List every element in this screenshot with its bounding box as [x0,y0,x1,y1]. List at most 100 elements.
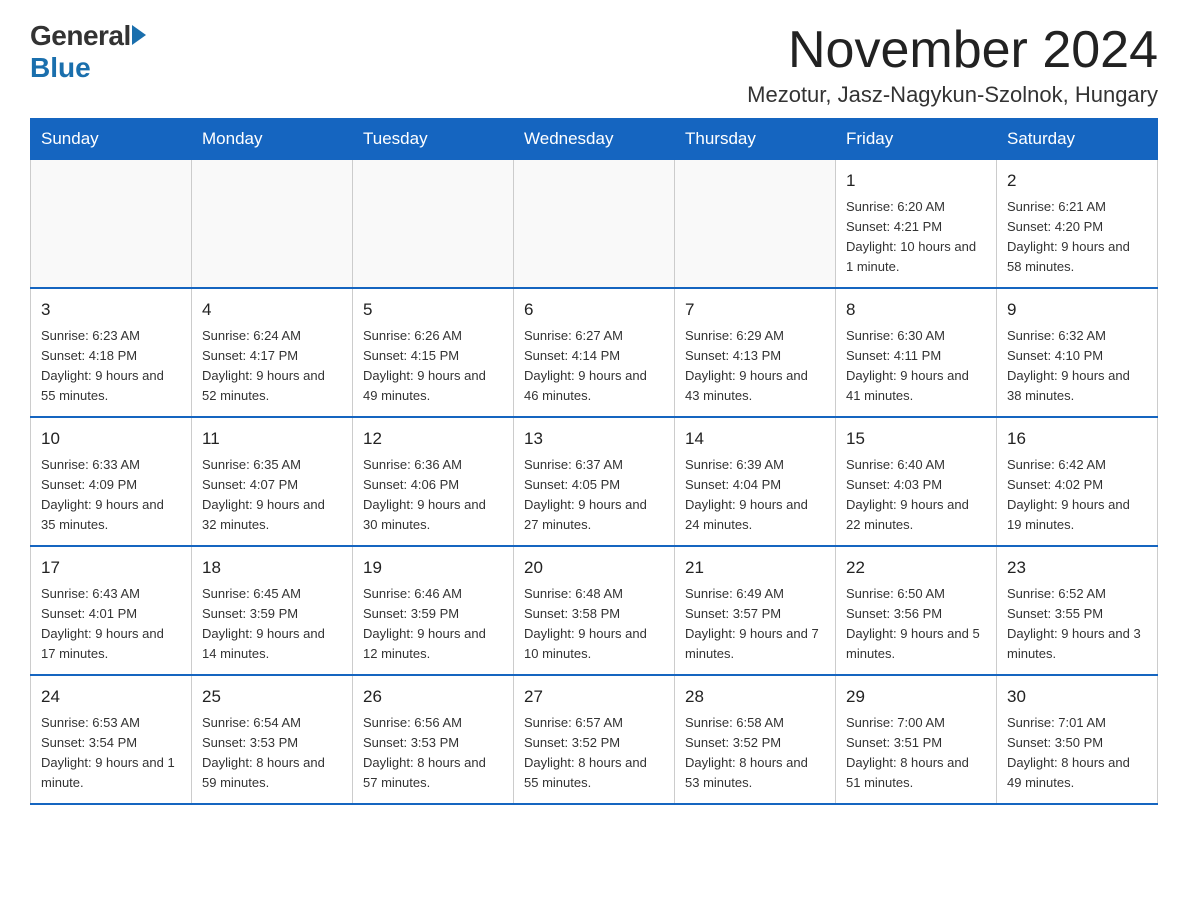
calendar-cell: 25 Sunrise: 6:54 AMSunset: 3:53 PMDayligh… [192,675,353,804]
col-header-saturday: Saturday [997,119,1158,160]
day-info: Sunrise: 6:29 AMSunset: 4:13 PMDaylight:… [685,326,825,407]
calendar-cell: 5 Sunrise: 6:26 AMSunset: 4:15 PMDaylight… [353,288,514,417]
day-number: 15 [846,426,986,452]
calendar-cell [353,160,514,289]
day-info: Sunrise: 6:23 AMSunset: 4:18 PMDaylight:… [41,326,181,407]
day-info: Sunrise: 6:45 AMSunset: 3:59 PMDaylight:… [202,584,342,665]
day-info: Sunrise: 6:54 AMSunset: 3:53 PMDaylight:… [202,713,342,794]
day-info: Sunrise: 6:43 AMSunset: 4:01 PMDaylight:… [41,584,181,665]
calendar-cell: 22 Sunrise: 6:50 AMSunset: 3:56 PMDayligh… [836,546,997,675]
day-info: Sunrise: 6:27 AMSunset: 4:14 PMDaylight:… [524,326,664,407]
calendar-week-row: 1 Sunrise: 6:20 AMSunset: 4:21 PMDaylight… [31,160,1158,289]
calendar-cell: 9 Sunrise: 6:32 AMSunset: 4:10 PMDaylight… [997,288,1158,417]
calendar-week-row: 24Sunrise: 6:53 AMSunset: 3:54 PMDayligh… [31,675,1158,804]
col-header-friday: Friday [836,119,997,160]
day-number: 18 [202,555,342,581]
calendar-cell: 10 Sunrise: 6:33 AMSunset: 4:09 PMDayligh… [31,417,192,546]
calendar-week-row: 3 Sunrise: 6:23 AMSunset: 4:18 PMDaylight… [31,288,1158,417]
calendar-cell: 29 Sunrise: 7:00 AMSunset: 3:51 PMDayligh… [836,675,997,804]
day-info: Sunrise: 6:37 AMSunset: 4:05 PMDaylight:… [524,455,664,536]
calendar-cell: 27Sunrise: 6:57 AMSunset: 3:52 PMDayligh… [514,675,675,804]
header: General Blue November 2024 Mezotur, Jasz… [30,20,1158,108]
day-number: 6 [524,297,664,323]
day-info: Sunrise: 6:42 AMSunset: 4:02 PMDaylight:… [1007,455,1147,536]
day-number: 8 [846,297,986,323]
day-number: 22 [846,555,986,581]
calendar-cell [675,160,836,289]
day-number: 27 [524,684,664,710]
day-number: 12 [363,426,503,452]
calendar-cell: 24Sunrise: 6:53 AMSunset: 3:54 PMDayligh… [31,675,192,804]
day-number: 21 [685,555,825,581]
day-info: Sunrise: 6:20 AMSunset: 4:21 PMDaylight:… [846,197,986,278]
calendar-cell: 26Sunrise: 6:56 AMSunset: 3:53 PMDayligh… [353,675,514,804]
day-number: 29 [846,684,986,710]
day-info: Sunrise: 6:30 AMSunset: 4:11 PMDaylight:… [846,326,986,407]
calendar-cell: 19Sunrise: 6:46 AMSunset: 3:59 PMDayligh… [353,546,514,675]
day-info: Sunrise: 6:40 AMSunset: 4:03 PMDaylight:… [846,455,986,536]
calendar-header-row: SundayMondayTuesdayWednesdayThursdayFrid… [31,119,1158,160]
calendar-cell [192,160,353,289]
day-number: 5 [363,297,503,323]
calendar-cell [514,160,675,289]
day-number: 4 [202,297,342,323]
calendar-cell: 12 Sunrise: 6:36 AMSunset: 4:06 PMDayligh… [353,417,514,546]
calendar-cell: 7 Sunrise: 6:29 AMSunset: 4:13 PMDaylight… [675,288,836,417]
day-number: 1 [846,168,986,194]
calendar-cell: 4 Sunrise: 6:24 AMSunset: 4:17 PMDaylight… [192,288,353,417]
calendar-cell: 8 Sunrise: 6:30 AMSunset: 4:11 PMDaylight… [836,288,997,417]
col-header-sunday: Sunday [31,119,192,160]
day-info: Sunrise: 6:48 AMSunset: 3:58 PMDaylight:… [524,584,664,665]
col-header-tuesday: Tuesday [353,119,514,160]
calendar-cell: 21 Sunrise: 6:49 AMSunset: 3:57 PMDayligh… [675,546,836,675]
day-number: 7 [685,297,825,323]
day-number: 17 [41,555,181,581]
day-number: 30 [1007,684,1147,710]
day-info: Sunrise: 6:33 AMSunset: 4:09 PMDaylight:… [41,455,181,536]
calendar-week-row: 17 Sunrise: 6:43 AMSunset: 4:01 PMDayligh… [31,546,1158,675]
day-number: 26 [363,684,503,710]
day-info: Sunrise: 6:24 AMSunset: 4:17 PMDaylight:… [202,326,342,407]
calendar-cell: 28Sunrise: 6:58 AMSunset: 3:52 PMDayligh… [675,675,836,804]
day-info: Sunrise: 6:53 AMSunset: 3:54 PMDaylight:… [41,713,181,794]
day-number: 10 [41,426,181,452]
day-info: Sunrise: 6:49 AMSunset: 3:57 PMDaylight:… [685,584,825,665]
logo-blue-text: Blue [30,52,91,84]
day-info: Sunrise: 7:00 AMSunset: 3:51 PMDaylight:… [846,713,986,794]
day-info: Sunrise: 6:50 AMSunset: 3:56 PMDaylight:… [846,584,986,665]
day-number: 2 [1007,168,1147,194]
day-number: 11 [202,426,342,452]
day-info: Sunrise: 6:32 AMSunset: 4:10 PMDaylight:… [1007,326,1147,407]
calendar-cell: 23 Sunrise: 6:52 AMSunset: 3:55 PMDayligh… [997,546,1158,675]
title-block: November 2024 Mezotur, Jasz-Nagykun-Szol… [747,20,1158,108]
calendar-cell: 13 Sunrise: 6:37 AMSunset: 4:05 PMDayligh… [514,417,675,546]
month-title: November 2024 [747,20,1158,80]
day-number: 3 [41,297,181,323]
calendar-cell: 14Sunrise: 6:39 AMSunset: 4:04 PMDayligh… [675,417,836,546]
calendar-cell: 15 Sunrise: 6:40 AMSunset: 4:03 PMDayligh… [836,417,997,546]
logo: General Blue [30,20,146,84]
day-info: Sunrise: 6:26 AMSunset: 4:15 PMDaylight:… [363,326,503,407]
day-number: 23 [1007,555,1147,581]
location-title: Mezotur, Jasz-Nagykun-Szolnok, Hungary [747,82,1158,108]
calendar-cell: 17 Sunrise: 6:43 AMSunset: 4:01 PMDayligh… [31,546,192,675]
day-number: 14 [685,426,825,452]
calendar-cell: 18 Sunrise: 6:45 AMSunset: 3:59 PMDayligh… [192,546,353,675]
day-info: Sunrise: 6:36 AMSunset: 4:06 PMDaylight:… [363,455,503,536]
day-number: 25 [202,684,342,710]
day-number: 20 [524,555,664,581]
day-number: 19 [363,555,503,581]
calendar-cell: 30 Sunrise: 7:01 AMSunset: 3:50 PMDayligh… [997,675,1158,804]
col-header-thursday: Thursday [675,119,836,160]
calendar-cell: 2 Sunrise: 6:21 AMSunset: 4:20 PMDaylight… [997,160,1158,289]
calendar-week-row: 10 Sunrise: 6:33 AMSunset: 4:09 PMDayligh… [31,417,1158,546]
calendar-cell: 6 Sunrise: 6:27 AMSunset: 4:14 PMDaylight… [514,288,675,417]
day-info: Sunrise: 6:52 AMSunset: 3:55 PMDaylight:… [1007,584,1147,665]
calendar-cell: 3 Sunrise: 6:23 AMSunset: 4:18 PMDaylight… [31,288,192,417]
day-number: 13 [524,426,664,452]
col-header-wednesday: Wednesday [514,119,675,160]
day-info: Sunrise: 6:21 AMSunset: 4:20 PMDaylight:… [1007,197,1147,278]
day-info: Sunrise: 7:01 AMSunset: 3:50 PMDaylight:… [1007,713,1147,794]
calendar-cell: 20 Sunrise: 6:48 AMSunset: 3:58 PMDayligh… [514,546,675,675]
day-number: 9 [1007,297,1147,323]
